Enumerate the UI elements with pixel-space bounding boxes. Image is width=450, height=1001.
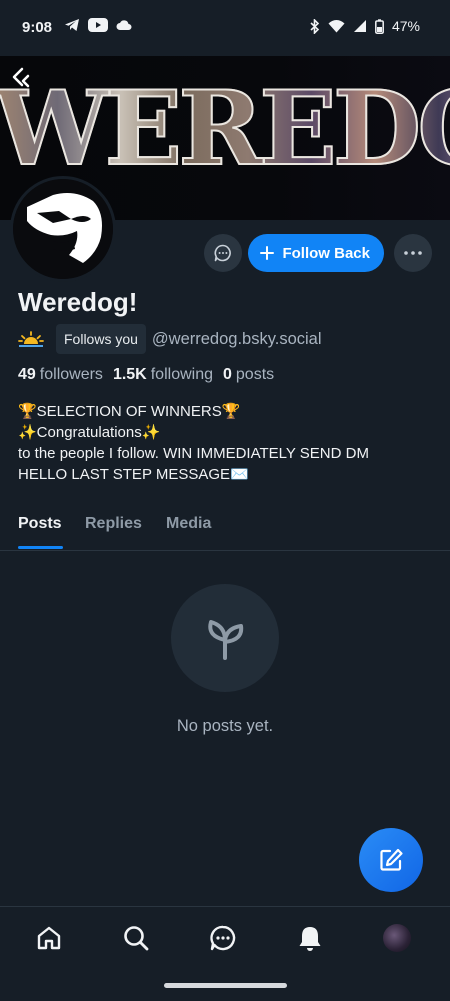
back-button[interactable]: [8, 64, 38, 94]
chat-icon: [210, 925, 236, 951]
tab-media[interactable]: Media: [166, 515, 211, 533]
compose-icon: [380, 848, 403, 871]
status-time: 9:08: [22, 19, 53, 36]
posts-label: posts: [235, 366, 275, 383]
youtube-icon: [88, 18, 108, 32]
home-icon: [37, 926, 61, 950]
status-notification-icons: [64, 18, 132, 32]
seedling-icon: [208, 620, 244, 660]
tab-posts[interactable]: Posts: [18, 515, 62, 533]
nav-search[interactable]: [121, 923, 151, 953]
cloud-icon: [116, 20, 132, 30]
plus-icon: [260, 246, 275, 260]
home-indicator[interactable]: [164, 983, 287, 988]
following-count: 1.5K: [112, 366, 147, 383]
tab-replies[interactable]: Replies: [85, 515, 142, 533]
bio-line: to the people I follow. WIN IMMEDIATELY …: [18, 445, 369, 462]
profile-handle: @werredog.bsky.social: [151, 329, 322, 348]
ellipsis-icon: [404, 251, 422, 255]
empty-state-icon-container: [171, 584, 279, 692]
posts-count: 0: [223, 366, 232, 383]
sunrise-icon: [18, 331, 44, 347]
compose-post-button[interactable]: [359, 828, 423, 892]
search-icon: [124, 926, 149, 951]
profile-tabs: Posts Replies Media: [0, 508, 450, 551]
active-tab-indicator: [18, 546, 63, 549]
profile-meta-row: Follows you @werredog.bsky.social: [18, 324, 322, 354]
more-options-button[interactable]: [394, 234, 432, 272]
nav-chat[interactable]: [208, 923, 238, 953]
bluetooth-icon: [310, 18, 320, 34]
following-label: following: [150, 366, 213, 383]
bio-line: HELLO LAST STEP MESSAGE✉️: [18, 466, 249, 483]
display-name: Weredog!: [18, 287, 138, 317]
follow-back-button[interactable]: Follow Back: [248, 234, 384, 272]
battery-icon: [375, 18, 384, 34]
mask-logo-icon: [13, 179, 113, 279]
profile-stats: 49 followers 1.5K following 0 posts: [18, 366, 274, 384]
signal-icon: [353, 20, 366, 32]
profile-bio: 🏆SELECTION OF WINNERS🏆 ✨Congratulations✨…: [18, 401, 438, 485]
followers-stat[interactable]: 49 followers: [18, 366, 103, 384]
battery-percentage: 47%: [391, 18, 420, 34]
followers-label: followers: [39, 366, 103, 383]
nav-home[interactable]: [34, 923, 64, 953]
banner-artwork-text: WEREDO: [0, 77, 450, 181]
avatar: [383, 924, 411, 952]
bell-icon: [299, 927, 321, 951]
follow-back-label: Follow Back: [282, 244, 370, 262]
followers-count: 49: [18, 366, 36, 383]
status-bar: 9:08 47%: [0, 0, 450, 56]
follows-you-badge: Follows you: [56, 324, 146, 354]
nav-profile[interactable]: [382, 923, 412, 953]
following-stat[interactable]: 1.5K following: [113, 366, 213, 384]
back-arrow-icon: [12, 67, 30, 88]
wifi-icon: [328, 20, 345, 33]
status-system-icons: 47%: [310, 18, 420, 34]
posts-stat: 0 posts: [223, 366, 274, 384]
telegram-icon: [65, 19, 79, 31]
bio-line: 🏆SELECTION OF WINNERS🏆: [18, 403, 241, 420]
bio-line: ✨Congratulations✨: [18, 424, 161, 441]
profile-avatar[interactable]: [10, 176, 116, 282]
chat-bubble-icon: [215, 244, 232, 262]
profile-actions: Follow Back: [204, 234, 432, 272]
message-button[interactable]: [204, 234, 243, 272]
nav-notifications[interactable]: [295, 923, 325, 953]
empty-state-text: No posts yet.: [176, 717, 274, 735]
